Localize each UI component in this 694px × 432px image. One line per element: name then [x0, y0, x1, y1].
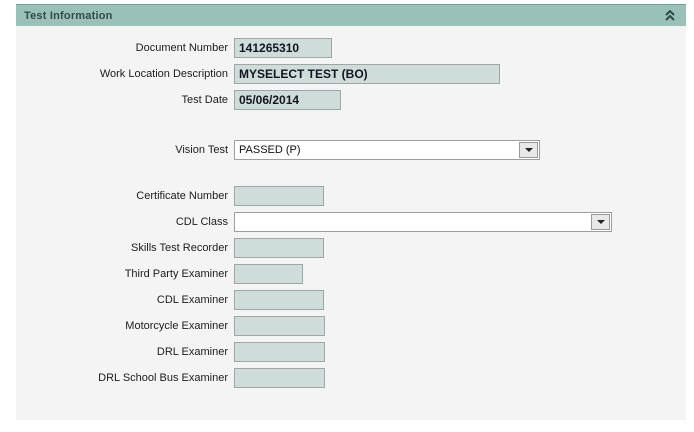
form-row-cdl-class: CDL Class: [16, 212, 686, 232]
skills-test-recorder-field[interactable]: [234, 238, 324, 258]
form-row-skills-test-recorder: Skills Test Recorder: [16, 238, 686, 258]
document-number-field[interactable]: [234, 38, 332, 58]
chevron-double-up-icon: [665, 10, 675, 21]
document-number-label: Document Number: [135, 42, 228, 54]
form-row-cdl-examiner: CDL Examiner: [16, 290, 686, 310]
drl-examiner-field[interactable]: [234, 342, 325, 362]
panel-title: Test Information: [24, 9, 113, 22]
form-row-drl-school-bus-examiner: DRL School Bus Examiner: [16, 368, 686, 388]
cdl-examiner-field[interactable]: [234, 290, 324, 310]
cdl-class-select[interactable]: [234, 212, 612, 232]
panel-body: Document Number Work Location Descriptio…: [16, 26, 686, 420]
form-row-drl-examiner: DRL Examiner: [16, 342, 686, 362]
vision-test-dropdown-button[interactable]: [519, 142, 538, 158]
drl-examiner-label: DRL Examiner: [156, 346, 228, 358]
drl-school-bus-examiner-field[interactable]: [234, 368, 325, 388]
skills-test-recorder-label: Skills Test Recorder: [131, 242, 228, 254]
third-party-examiner-field[interactable]: [234, 264, 303, 284]
cdl-examiner-label: CDL Examiner: [156, 294, 228, 306]
form-row-vision-test: Vision Test PASSED (P): [16, 140, 686, 160]
work-location-description-field[interactable]: [234, 64, 500, 84]
test-date-label: Test Date: [181, 94, 228, 106]
caret-down-icon: [524, 148, 533, 152]
form-row-certificate-number: Certificate Number: [16, 186, 686, 206]
caret-down-icon: [596, 220, 605, 224]
work-location-description-label: Work Location Description: [99, 68, 228, 80]
motorcycle-examiner-label: Motorcycle Examiner: [125, 320, 228, 332]
vision-test-select[interactable]: PASSED (P): [234, 140, 540, 160]
certificate-number-label: Certificate Number: [136, 190, 228, 202]
form-row-document-number: Document Number: [16, 38, 686, 58]
collapse-button[interactable]: [662, 8, 678, 24]
third-party-examiner-label: Third Party Examiner: [124, 268, 228, 280]
form-row-third-party-examiner: Third Party Examiner: [16, 264, 686, 284]
certificate-number-field[interactable]: [234, 186, 324, 206]
drl-school-bus-examiner-label: DRL School Bus Examiner: [98, 372, 228, 384]
motorcycle-examiner-field[interactable]: [234, 316, 325, 336]
cdl-class-label: CDL Class: [175, 216, 228, 228]
vision-test-value: PASSED (P): [239, 144, 301, 156]
form-row-motorcycle-examiner: Motorcycle Examiner: [16, 316, 686, 336]
vision-test-label: Vision Test: [175, 144, 228, 156]
form-row-test-date: Test Date: [16, 90, 686, 110]
test-information-panel: Test Information Document Number Work Lo…: [16, 4, 686, 420]
cdl-class-dropdown-button[interactable]: [591, 214, 610, 230]
form-row-work-location: Work Location Description: [16, 64, 686, 84]
test-date-field[interactable]: [234, 90, 341, 110]
panel-header[interactable]: Test Information: [16, 4, 686, 26]
